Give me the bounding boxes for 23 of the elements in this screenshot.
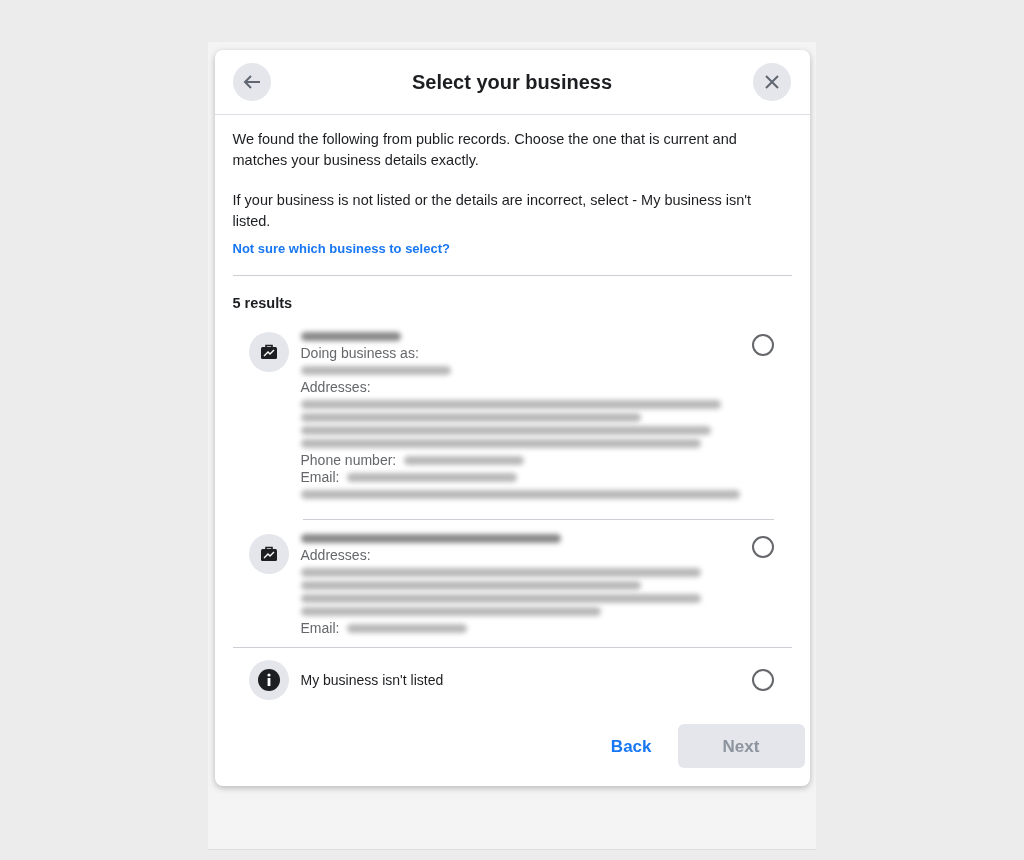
intro-paragraph: We found the following from public records. Choose the one that is current and matches your business details exactly. <box>232 130 738 170</box>
back-arrow-icon <box>242 74 261 90</box>
back-button[interactable] <box>232 63 271 101</box>
help-link[interactable]: Not sure which business to select? <box>232 239 450 259</box>
results-count: 5 results <box>232 293 294 313</box>
field-label: Addresses: <box>300 379 372 397</box>
close-button[interactable] <box>753 63 792 101</box>
radio-button[interactable] <box>751 536 774 559</box>
field-label: Phone number: <box>300 452 397 470</box>
field-label: Addresses: <box>300 547 372 565</box>
field-label: Email: <box>300 620 340 638</box>
briefcase-icon <box>248 534 289 575</box>
briefcase-icon <box>248 332 289 373</box>
intro-paragraph: If your business is not listed or the details are incorrect, select - My business isn't listed. <box>232 191 753 231</box>
field-label: Email: <box>300 469 340 487</box>
close-icon <box>764 74 781 90</box>
dialog-title: Select your business <box>411 70 613 95</box>
info-icon <box>248 660 289 701</box>
radio-button[interactable] <box>751 669 774 692</box>
field-label: Doing business as: <box>300 345 420 363</box>
back-button[interactable]: Back <box>600 725 662 767</box>
radio-button[interactable] <box>751 334 774 357</box>
option-label: My business isn't listed <box>300 670 445 690</box>
